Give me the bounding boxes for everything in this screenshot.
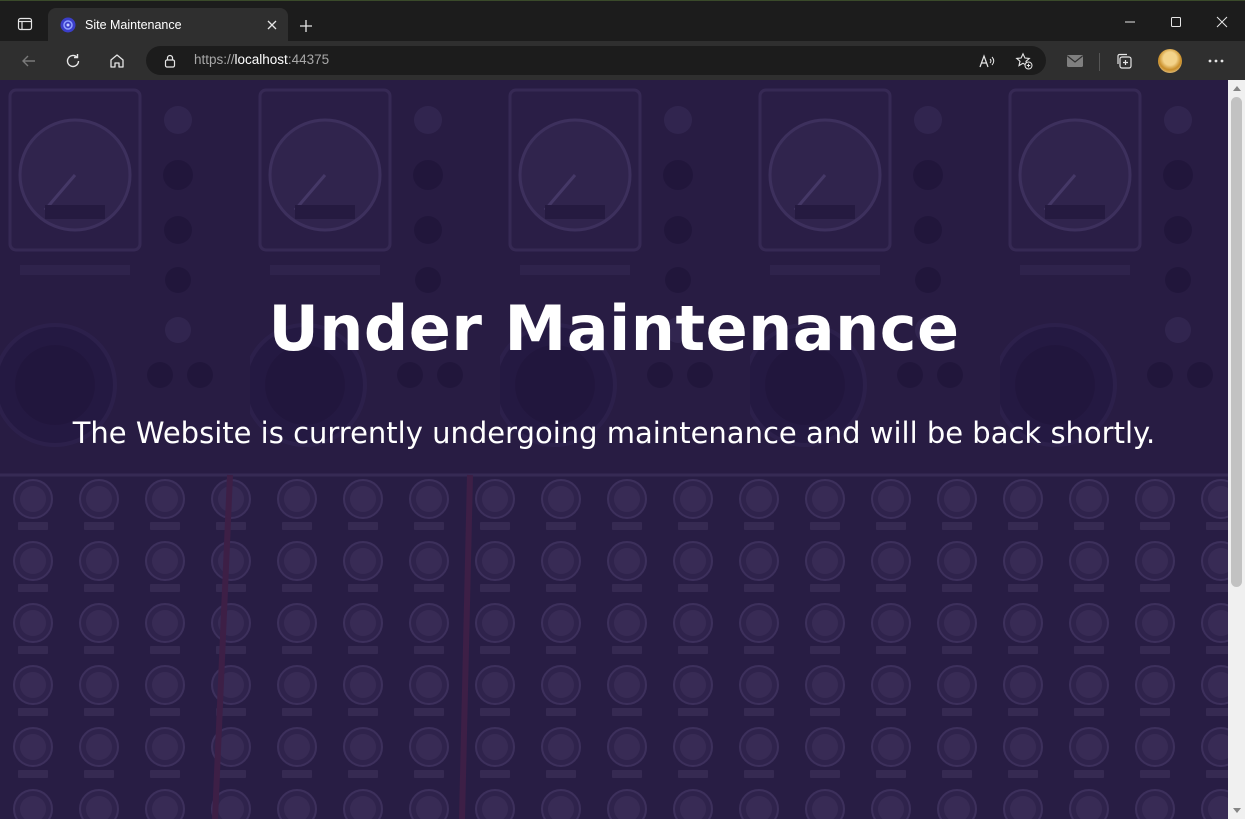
minimize-icon[interactable] [1107, 1, 1153, 42]
page-heading: Under Maintenance [268, 292, 960, 365]
new-tab-icon[interactable] [292, 12, 320, 40]
home-icon[interactable] [101, 45, 133, 77]
tab-site-maintenance[interactable]: Site Maintenance [48, 8, 288, 42]
add-favorite-icon[interactable] [1012, 49, 1036, 73]
more-icon[interactable] [1200, 45, 1232, 77]
tab-title: Site Maintenance [85, 18, 182, 32]
profile-avatar[interactable] [1158, 49, 1182, 73]
window-controls [1107, 1, 1245, 42]
close-tab-icon[interactable] [260, 13, 284, 37]
url-scheme: https:// [194, 52, 235, 67]
mail-icon[interactable] [1059, 45, 1091, 77]
browser-toolbar: https://localhost:44375 [0, 41, 1245, 80]
collections-icon[interactable] [1108, 45, 1140, 77]
back-icon[interactable] [13, 45, 45, 77]
url-port: :44375 [287, 52, 330, 67]
scroll-down-arrow-icon[interactable] [1228, 802, 1245, 819]
maintenance-content: Under Maintenance The Website is current… [0, 80, 1228, 819]
scroll-up-arrow-icon[interactable] [1228, 80, 1245, 97]
page-viewport: Under Maintenance The Website is current… [0, 80, 1228, 819]
maintenance-message: The Website is currently undergoing main… [72, 416, 1156, 450]
read-aloud-icon[interactable] [976, 49, 1000, 73]
maximize-icon[interactable] [1153, 1, 1199, 42]
maintenance-favicon-icon [60, 17, 76, 33]
vertical-scrollbar[interactable] [1228, 80, 1245, 819]
refresh-icon[interactable] [57, 45, 89, 77]
tab-strip: Site Maintenance [0, 0, 1245, 42]
lock-icon[interactable] [162, 53, 178, 69]
close-window-icon[interactable] [1199, 1, 1245, 42]
scrollbar-thumb[interactable] [1231, 97, 1242, 587]
toolbar-divider [1099, 53, 1100, 71]
url-text[interactable]: https://localhost:44375 [194, 52, 329, 67]
url-host: localhost [234, 52, 288, 67]
address-bar[interactable]: https://localhost:44375 [146, 46, 1046, 75]
browser-window: Site Maintenance https://localhost:44375… [0, 0, 1245, 819]
tab-actions-icon[interactable] [10, 9, 40, 39]
